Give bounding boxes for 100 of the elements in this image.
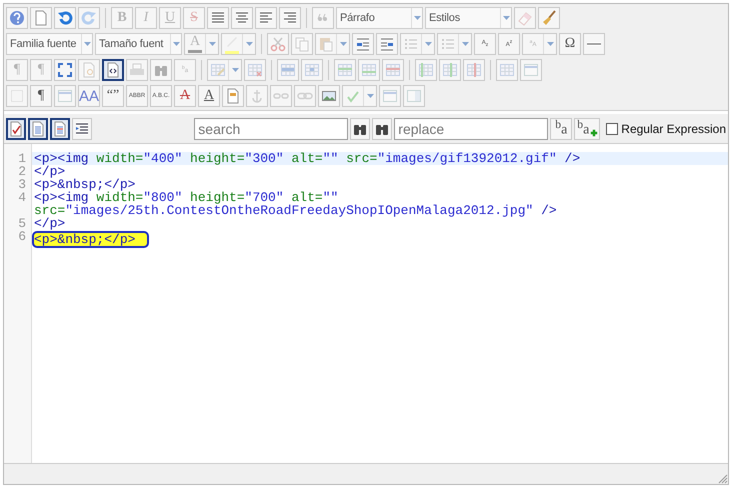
code-line: </p> (34, 216, 66, 231)
image-button[interactable] (318, 85, 340, 107)
format-button[interactable]: ¶ (30, 85, 52, 107)
help-button[interactable] (6, 7, 28, 29)
image-icon (321, 88, 337, 104)
preview-icon (81, 62, 97, 78)
dropdown-arrow-icon (84, 42, 90, 46)
row-before-icon (337, 62, 353, 78)
dropdown-arrow-icon (366, 94, 374, 98)
row-icon (280, 62, 296, 78)
indent-button[interactable] (376, 33, 398, 55)
note-icon (225, 88, 241, 104)
frame-icon (57, 88, 73, 104)
marked-lines-page-icon (52, 120, 68, 136)
checkbox[interactable] (606, 122, 618, 134)
right-button[interactable] (279, 7, 301, 29)
code-line: <p><img width="400" height="300" alt="" src="images/gif1392012.gif" /> (34, 151, 580, 166)
line-number: 5 (17, 217, 26, 230)
panel-icon (382, 88, 398, 104)
table-icon (499, 62, 515, 78)
dropdown[interactable]: Estilos (425, 7, 512, 29)
left-button[interactable] (255, 7, 277, 29)
indent-lines-icon (74, 120, 90, 136)
dropdown-arrow-icon (546, 42, 554, 46)
fullscreen-button[interactable] (54, 59, 76, 81)
help-icon (9, 10, 25, 26)
page-icon (33, 10, 49, 26)
dropdown-arrow-icon (208, 42, 216, 46)
lines-page-icon (30, 120, 46, 136)
dropdown[interactable]: Tamaño fuent (95, 33, 182, 55)
rule-button[interactable] (583, 33, 605, 55)
scissors-icon (270, 36, 286, 52)
plus-icon (590, 128, 598, 136)
replace-all-button[interactable]: $^{b}$a (574, 118, 600, 140)
code-line: <p>&nbsp;</p> (34, 177, 136, 192)
center-button[interactable] (231, 7, 253, 29)
redo-icon (81, 10, 97, 26)
dropdown-arrow-icon (424, 42, 432, 46)
source-button[interactable] (102, 59, 124, 81)
dropdown-arrow-icon (232, 68, 238, 72)
split-panel-icon (406, 88, 422, 104)
copy-icon (294, 36, 310, 52)
dropdown-arrow-icon (462, 42, 468, 46)
rule-icon (586, 43, 602, 45)
broom-icon (541, 10, 557, 26)
window-icon (523, 62, 539, 78)
format-button[interactable]: A (174, 85, 196, 107)
code-line: </p> (34, 164, 66, 179)
check-page-button[interactable] (6, 118, 26, 140)
check-page-icon (8, 120, 24, 136)
indent-icon (379, 36, 395, 52)
dropdown-arrow-icon (340, 42, 346, 46)
dropdown-arrow-icon (246, 42, 252, 46)
format-button[interactable]: A (198, 85, 220, 107)
dropdown-arrow-icon (414, 16, 420, 20)
justify-button[interactable] (207, 7, 229, 29)
resize-grip-icon[interactable] (718, 474, 728, 484)
dropdown[interactable]: Familia fuente (6, 33, 93, 55)
column-before-icon (418, 62, 434, 78)
lines-page-button[interactable] (28, 118, 48, 140)
replace-button[interactable]: $^{b}$a (550, 118, 572, 140)
fullscreen-icon (57, 62, 73, 78)
dropdown[interactable]: Párrafo (336, 7, 423, 29)
line-number: 1 (17, 152, 26, 165)
code-line: <p>&nbsp;</p> (32, 231, 150, 248)
paste-icon (318, 36, 334, 52)
find-previous-button[interactable] (372, 118, 392, 140)
printer-icon (129, 62, 145, 78)
numbered-list-icon (403, 36, 419, 52)
find-next-button[interactable] (350, 118, 370, 140)
code-line: <p><img width="800" height="700" alt="" src="images/25th.ContestOntheRoadFreedayShopIOpenMalaga2012.jpg" /> (34, 190, 557, 218)
undo-button[interactable] (54, 7, 76, 29)
marked-lines-page-button[interactable] (50, 118, 70, 140)
outdent-icon (355, 36, 371, 52)
cell-icon (304, 62, 320, 78)
checkbox-label: Regular Expression (621, 122, 726, 136)
bullet-list-icon (440, 36, 456, 52)
search-field[interactable]: search (194, 118, 348, 140)
outdent-button[interactable] (352, 33, 374, 55)
eraser-icon (517, 10, 533, 26)
format-button[interactable]: Ω (559, 33, 581, 55)
format-button[interactable]: “” (102, 85, 124, 107)
undo-icon (57, 10, 73, 26)
indent-lines-button[interactable] (72, 118, 92, 140)
page-button[interactable] (30, 7, 52, 29)
replace-field[interactable]: replace (394, 118, 548, 140)
row-after-icon (361, 62, 377, 78)
source-icon (105, 62, 121, 78)
line-number: 3 (17, 178, 26, 191)
broom-button[interactable] (538, 7, 560, 29)
note-button[interactable] (222, 85, 244, 107)
table-delete-icon (247, 62, 263, 78)
dropdown-arrow-icon (172, 42, 180, 46)
table-edit-icon (210, 62, 226, 78)
line-number: 6 (17, 230, 26, 246)
column-delete-icon (466, 62, 482, 78)
column-after-icon (442, 62, 458, 78)
row-delete-icon (385, 62, 401, 78)
dotted-square-icon (9, 88, 25, 104)
line-number: 4 (17, 191, 26, 207)
